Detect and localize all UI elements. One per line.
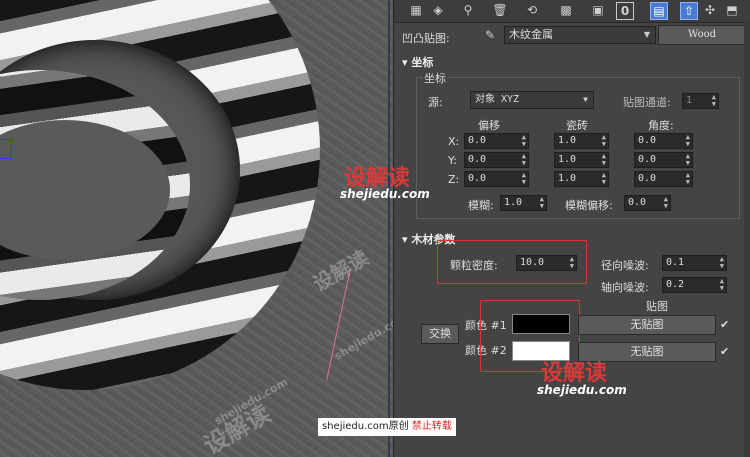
axis-x-label: X: (448, 135, 460, 148)
show-end-icon[interactable]: ⇧ (680, 2, 698, 20)
offset-x-value: 0.0 (468, 135, 487, 146)
angle-x-value: 0.0 (638, 135, 657, 146)
map-name-dropdown[interactable]: 木纹金属 ▼ (504, 26, 656, 44)
spinner-icon: ▲ ▼ (601, 171, 606, 186)
reset-icon[interactable]: ⟲ (524, 2, 540, 18)
copyright-tag: shejiedu.com原创 禁止转载 (318, 418, 456, 436)
go-parent-icon[interactable]: ⬒ (724, 2, 740, 18)
angle-label: 角度: (648, 119, 674, 132)
swap-button[interactable]: 交换 (421, 324, 459, 344)
material-icon[interactable]: ▦ (408, 2, 424, 18)
spinner-icon: ▲ ▼ (521, 152, 526, 167)
collapse-icon: ▾ (402, 233, 408, 246)
collapse-icon: ▾ (402, 56, 408, 69)
viewport[interactable]: 设解读 shejiedu.com 设解读 shejiedu.com (0, 0, 393, 457)
map2-enabled-checkbox[interactable]: ✔ (720, 346, 730, 357)
material-toolbar: ▦ ◈ ⚲ 🗑 ⟲ ▩ ▣ 0 ▤ ⇧ ✣ ⬒ (394, 0, 750, 23)
axial-noise-field[interactable]: 0.2 ▲ ▼ (662, 277, 727, 293)
spinner-icon: ▲ ▼ (601, 133, 606, 148)
map-channel-value: 1 (686, 95, 693, 106)
spinner-icon: ▲ ▼ (711, 93, 716, 108)
spinner-icon: ▲ ▼ (601, 152, 606, 167)
spinner-icon: ▲ ▼ (663, 195, 668, 210)
save-icon[interactable]: ▣ (590, 2, 606, 18)
blur-label: 模糊: (468, 199, 494, 212)
material-editor-panel: ▦ ◈ ⚲ 🗑 ⟲ ▩ ▣ 0 ▤ ⇧ ✣ ⬒ 凹凸贴图: ✎ 木纹金属 ▼ W… (340, 0, 750, 457)
spinner-icon: ▲ ▼ (539, 195, 544, 210)
angle-z-field[interactable]: 0.0 ▲ ▼ (634, 171, 693, 187)
map-channel-label: 贴图通道: (623, 96, 671, 109)
chevron-down-icon: ▼ (583, 95, 588, 104)
blur-offset-value: 0.0 (628, 197, 647, 208)
eyedropper-icon[interactable]: ✎ (482, 27, 498, 43)
radial-noise-label: 径向噪波: (601, 259, 649, 272)
source-value: 对象 XYZ (475, 94, 520, 105)
copyright-site: shejiedu.com原创 (322, 421, 409, 432)
offset-z-value: 0.0 (468, 173, 487, 184)
copyright-notice: 禁止转载 (411, 421, 452, 432)
bump-map-label: 凹凸贴图: (402, 32, 450, 45)
axis-z-label: Z: (448, 173, 460, 186)
source-label: 源: (428, 96, 443, 109)
blur-offset-field[interactable]: 0.0 ▲ ▼ (624, 195, 671, 211)
tiling-y-field[interactable]: 1.0 ▲ ▼ (554, 152, 609, 168)
chevron-down-icon: ▼ (643, 30, 650, 39)
tiling-z-field[interactable]: 1.0 ▲ ▼ (554, 171, 609, 187)
watermark-url-bottom: shejiedu.com (537, 383, 627, 397)
spinner-icon: ▲ ▼ (685, 133, 690, 148)
show-map-icon[interactable]: ▤ (650, 2, 668, 20)
spinner-icon: ▲ ▼ (521, 171, 526, 186)
tiling-y-value: 1.0 (558, 154, 577, 165)
map-icon[interactable]: ▩ (558, 2, 574, 18)
source-dropdown[interactable]: 对象 XYZ ▼ (470, 91, 594, 109)
coordinates-rollout-title: 坐标 (411, 56, 434, 69)
viewport-watermark-url-2: shejiedu.com (332, 310, 393, 363)
delete-icon[interactable]: 🗑 (492, 2, 508, 18)
map1-enabled-checkbox[interactable]: ✔ (720, 319, 730, 330)
spinner-icon: ▲ ▼ (521, 133, 526, 148)
tiling-label: 瓷砖 (566, 119, 588, 132)
tiling-z-value: 1.0 (558, 173, 577, 184)
offset-y-field[interactable]: 0.0 ▲ ▼ (464, 152, 529, 168)
navigate-icon[interactable]: ✣ (702, 2, 718, 18)
watermark-url-top: shejiedu.com (340, 187, 430, 201)
tiling-x-value: 1.0 (558, 135, 577, 146)
map-type-button[interactable]: Wood (658, 25, 746, 45)
axial-noise-label: 轴向噪波: (601, 281, 649, 294)
viewport-watermark-logo: 设解读 (308, 245, 373, 297)
map-channel-field[interactable]: 1 ▲ ▼ (682, 93, 719, 109)
highlight-box-grain (437, 240, 587, 284)
blur-field[interactable]: 1.0 ▲ ▼ (500, 195, 547, 211)
spinner-icon: ▲ ▼ (685, 152, 690, 167)
assign-icon[interactable]: ◈ (430, 2, 446, 18)
coordinates-rollout-header[interactable]: ▾ 坐标 (402, 54, 433, 70)
spinner-icon: ▲ ▼ (719, 255, 724, 270)
axial-noise-value: 0.2 (666, 279, 685, 290)
spinner-icon: ▲ ▼ (685, 171, 690, 186)
angle-y-value: 0.0 (638, 154, 657, 165)
axis-y-label: Y: (448, 154, 457, 167)
radial-noise-value: 0.1 (666, 257, 685, 268)
panel-scrollbar[interactable] (744, 22, 750, 457)
tiling-x-field[interactable]: 1.0 ▲ ▼ (554, 133, 609, 149)
angle-z-value: 0.0 (638, 173, 657, 184)
selection-gizmo[interactable] (0, 139, 12, 159)
offset-label: 偏移 (478, 119, 500, 132)
blur-value: 1.0 (504, 197, 523, 208)
offset-x-field[interactable]: 0.0 ▲ ▼ (464, 133, 529, 149)
blur-offset-label: 模糊偏移: (565, 199, 613, 212)
angle-x-field[interactable]: 0.0 ▲ ▼ (634, 133, 693, 149)
pick-icon[interactable]: ⚲ (460, 2, 476, 18)
coordinates-group-title: 坐标 (422, 70, 448, 86)
offset-z-field[interactable]: 0.0 ▲ ▼ (464, 171, 529, 187)
viewport-edge (388, 0, 390, 457)
angle-y-field[interactable]: 0.0 ▲ ▼ (634, 152, 693, 168)
spinner-icon: ▲ ▼ (719, 277, 724, 292)
radial-noise-field[interactable]: 0.1 ▲ ▼ (662, 255, 727, 271)
map1-button[interactable]: 无贴图 (578, 315, 716, 335)
channel-icon[interactable]: 0 (616, 2, 634, 20)
offset-y-value: 0.0 (468, 154, 487, 165)
map-name-value: 木纹金属 (509, 28, 553, 41)
maps-label: 贴图 (646, 300, 668, 313)
